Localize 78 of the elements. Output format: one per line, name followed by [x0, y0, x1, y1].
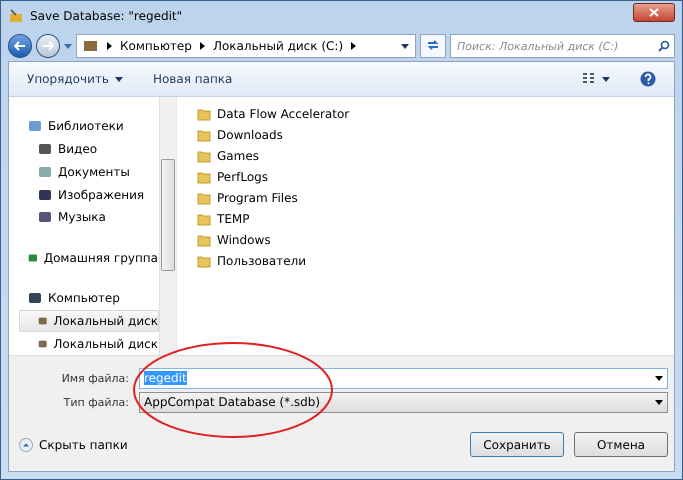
address-bar[interactable]: Компьютер Локальный диск (C:) [76, 34, 416, 58]
sidebar-label: Музыка [58, 210, 106, 224]
folder-icon [197, 190, 211, 204]
folder-item[interactable]: Пользователи [197, 250, 674, 271]
help-icon [640, 71, 656, 87]
field-label: Имя файла: [60, 372, 130, 384]
sidebar-label: Изображения [58, 188, 144, 202]
sidebar-label: Видео [58, 142, 98, 156]
close-icon [649, 8, 659, 16]
sidebar-label: Библиотеки [48, 119, 124, 134]
sidebar-item[interactable]: Компьютер [19, 286, 159, 310]
scrollbar[interactable] [159, 97, 176, 355]
new-folder-button[interactable]: Новая папка [152, 72, 232, 86]
sidebar-label: Документы [58, 164, 130, 179]
chevron-icon [351, 42, 356, 50]
sidebar-item[interactable]: Музыка [19, 206, 159, 229]
chevron-icon [200, 42, 205, 50]
folder-name: Пользователи [217, 254, 306, 268]
folder-icon [197, 170, 211, 184]
dropdown-icon [655, 376, 663, 380]
chevron-icon [107, 42, 112, 50]
refresh-button[interactable] [420, 34, 446, 58]
filetype-dropdown[interactable]: AppCompat Database (*.sdb) [139, 392, 668, 412]
folder-icon [197, 148, 211, 162]
folder-name: Program Files [217, 190, 298, 204]
caret-icon [602, 76, 610, 82]
folder-name: Games [217, 148, 259, 162]
cancel-button[interactable]: Отмена [574, 432, 668, 457]
folder-icon [197, 254, 211, 268]
sidebar-item[interactable]: Локальный диск [19, 310, 159, 332]
folder-name: TEMP [217, 212, 250, 226]
search-field[interactable]: Поиск: Локальный диск (C:) [450, 34, 675, 58]
search-icon [658, 40, 670, 52]
save-button[interactable]: Сохранить [470, 432, 564, 457]
folder-icon [197, 106, 211, 120]
sidebar-label: Домашняя группа [44, 250, 158, 265]
right-arrow-icon [42, 41, 54, 51]
folder-item[interactable]: Games [197, 145, 674, 166]
folder-icon [197, 232, 211, 246]
sidebar-item[interactable]: Локальный диск [19, 332, 159, 355]
organize-button[interactable]: Упорядочить [27, 72, 123, 86]
view-grid-icon [582, 73, 596, 85]
folder-item[interactable]: Program Files [197, 187, 674, 208]
sidebar-item[interactable]: Домашняя группа [19, 246, 159, 270]
window-title: Save Database: "regedit" [30, 9, 184, 23]
caret-icon [114, 76, 123, 82]
folder-icon [197, 128, 211, 142]
folder-item[interactable]: Data Flow Accelerator [197, 103, 674, 124]
folder-item[interactable]: Downloads [197, 124, 674, 145]
folder-name: Downloads [217, 128, 283, 142]
folder-item[interactable]: Windows [197, 229, 674, 250]
forward-button[interactable] [36, 34, 60, 58]
sidebar-item[interactable]: Документы [19, 160, 159, 184]
sidebar-label: Локальный диск [53, 336, 158, 351]
breadcrumb[interactable]: Компьютер [120, 39, 192, 53]
close-button[interactable] [633, 2, 675, 22]
folder-name: Windows [217, 232, 271, 246]
sidebar-label: Компьютер [48, 291, 120, 306]
folder-icon [197, 212, 211, 226]
sidebar-item[interactable]: Изображения [19, 183, 159, 206]
collapse-icon [19, 438, 33, 452]
hide-folders-button[interactable]: Скрыть папки [19, 438, 460, 452]
help-button[interactable] [640, 71, 656, 87]
field-label: Тип файла: [62, 396, 130, 408]
left-arrow-icon [14, 41, 26, 51]
sidebar-item[interactable]: Библиотеки [19, 115, 159, 138]
folder-name: Data Flow Accelerator [217, 106, 350, 120]
folder-name: PerfLogs [217, 170, 268, 184]
folder-item[interactable]: PerfLogs [197, 166, 674, 187]
sidebar-label: Локальный диск [53, 314, 158, 328]
view-button[interactable] [582, 73, 610, 85]
back-button[interactable] [8, 34, 32, 58]
dropdown-icon[interactable] [401, 44, 409, 48]
folder-item[interactable]: TEMP [197, 208, 674, 229]
breadcrumb[interactable]: Локальный диск (C:) [212, 39, 344, 53]
dropdown-icon [655, 400, 663, 404]
sidebar-item[interactable]: Видео [19, 138, 159, 160]
refresh-icon [426, 38, 440, 50]
